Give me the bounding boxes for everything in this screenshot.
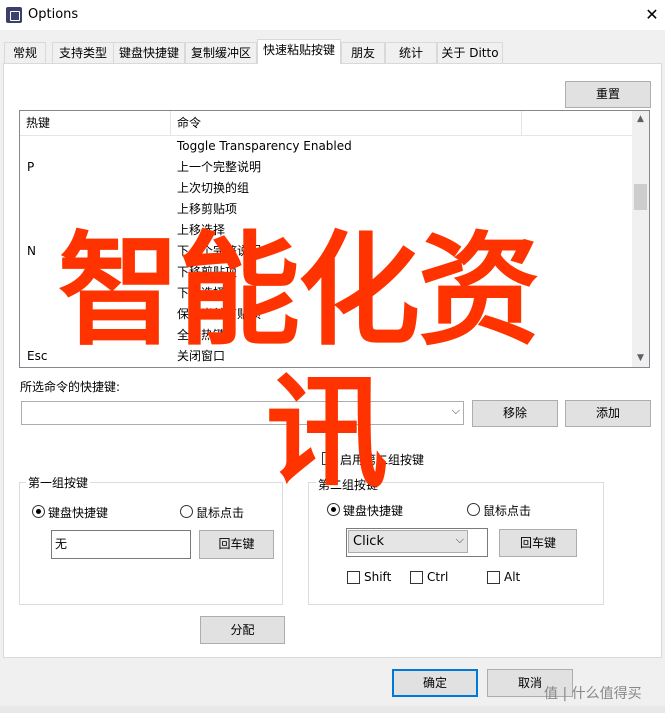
scroll-up-icon[interactable]: ▲ [632, 111, 649, 128]
column-header-hotkey[interactable]: 热键 [20, 111, 170, 135]
group2-keyboard-label: 键盘快捷键 [343, 504, 404, 518]
window-title: Options [28, 7, 79, 22]
ctrl-label: Ctrl [427, 570, 449, 584]
selected-shortcut-label: 所选命令的快捷键: [20, 380, 121, 394]
group2-mouse-select[interactable]: Click ⌵ [348, 530, 468, 553]
command-cell: 上次切换的组 [177, 181, 250, 195]
tab-keyboard-shortcuts[interactable]: 键盘快捷键 [113, 42, 185, 63]
title-bar [0, 0, 665, 30]
group2-enter-button[interactable]: 回车键 [499, 529, 577, 557]
tab-stats[interactable]: 统计 [385, 42, 437, 63]
app-icon [6, 7, 22, 23]
tab-quick-paste-keys[interactable]: 快速粘贴按键 [257, 39, 341, 64]
list-item[interactable]: 上次切换的组 [20, 178, 632, 199]
list-item[interactable]: 上移剪贴项 [20, 199, 632, 220]
group1-key-field[interactable]: 无 [51, 530, 191, 559]
column-header-command[interactable]: 命令 [171, 111, 521, 135]
alt-checkbox[interactable] [487, 571, 500, 584]
list-item[interactable]: Toggle Transparency Enabled [20, 136, 632, 157]
group1-keyboard-radio[interactable] [32, 505, 45, 518]
group2-mouse-select-value: Click [353, 534, 384, 549]
command-cell: Toggle Transparency Enabled [177, 139, 352, 153]
command-cell: 上一个完整说明 [177, 160, 262, 174]
site-watermark: 值 | 什么值得买 [544, 686, 642, 702]
close-icon[interactable]: ✕ [640, 3, 664, 27]
chevron-down-icon: ⌵ [455, 533, 464, 546]
vertical-scrollbar[interactable]: ▲ ▼ [632, 111, 649, 367]
watermark-text: 智能化资 [58, 220, 540, 362]
group1-mouse-radio[interactable] [180, 505, 193, 518]
tab-general[interactable]: 常规 [4, 42, 46, 63]
column-divider[interactable] [521, 111, 522, 135]
group1-keyboard-label: 键盘快捷键 [48, 506, 109, 520]
tab-about[interactable]: 关于 Ditto [437, 42, 503, 63]
scroll-thumb[interactable] [634, 184, 647, 210]
command-cell: 上移剪贴项 [177, 202, 238, 216]
shortcut-select[interactable]: ⌵ [21, 401, 464, 425]
group1-mouse-label: 鼠标点击 [196, 506, 245, 520]
group1-enter-button[interactable]: 回车键 [199, 530, 274, 559]
hotkey-cell: N [27, 244, 36, 258]
tab-supported-types[interactable]: 支持类型 [52, 42, 114, 63]
hotkey-cell: Esc [27, 349, 48, 363]
tab-copy-buffers[interactable]: 复制缓冲区 [185, 42, 257, 63]
first-group-title: 第一组按键 [26, 474, 91, 491]
group2-mouse-label: 鼠标点击 [483, 504, 532, 518]
shift-label: Shift [364, 570, 392, 584]
reset-button[interactable]: 重置 [565, 81, 651, 108]
alt-label: Alt [504, 570, 521, 584]
group2-keyboard-radio[interactable] [327, 503, 340, 516]
hotkey-cell: P [27, 160, 35, 174]
ctrl-checkbox[interactable] [410, 571, 423, 584]
list-header: 热键 命令 [20, 111, 632, 136]
group2-mouse-radio[interactable] [467, 503, 480, 516]
chevron-down-icon: ⌵ [451, 404, 460, 417]
shift-checkbox[interactable] [347, 571, 360, 584]
add-button[interactable]: 添加 [565, 400, 651, 427]
bottom-strip [0, 706, 665, 713]
ok-button[interactable]: 确定 [392, 669, 478, 697]
list-item[interactable]: P 上一个完整说明 [20, 157, 632, 178]
scroll-down-icon[interactable]: ▼ [632, 350, 649, 367]
assign-button[interactable]: 分配 [200, 616, 285, 644]
tab-friends[interactable]: 朋友 [341, 42, 385, 63]
watermark-text: 讯 [266, 362, 388, 504]
remove-button[interactable]: 移除 [472, 400, 558, 427]
